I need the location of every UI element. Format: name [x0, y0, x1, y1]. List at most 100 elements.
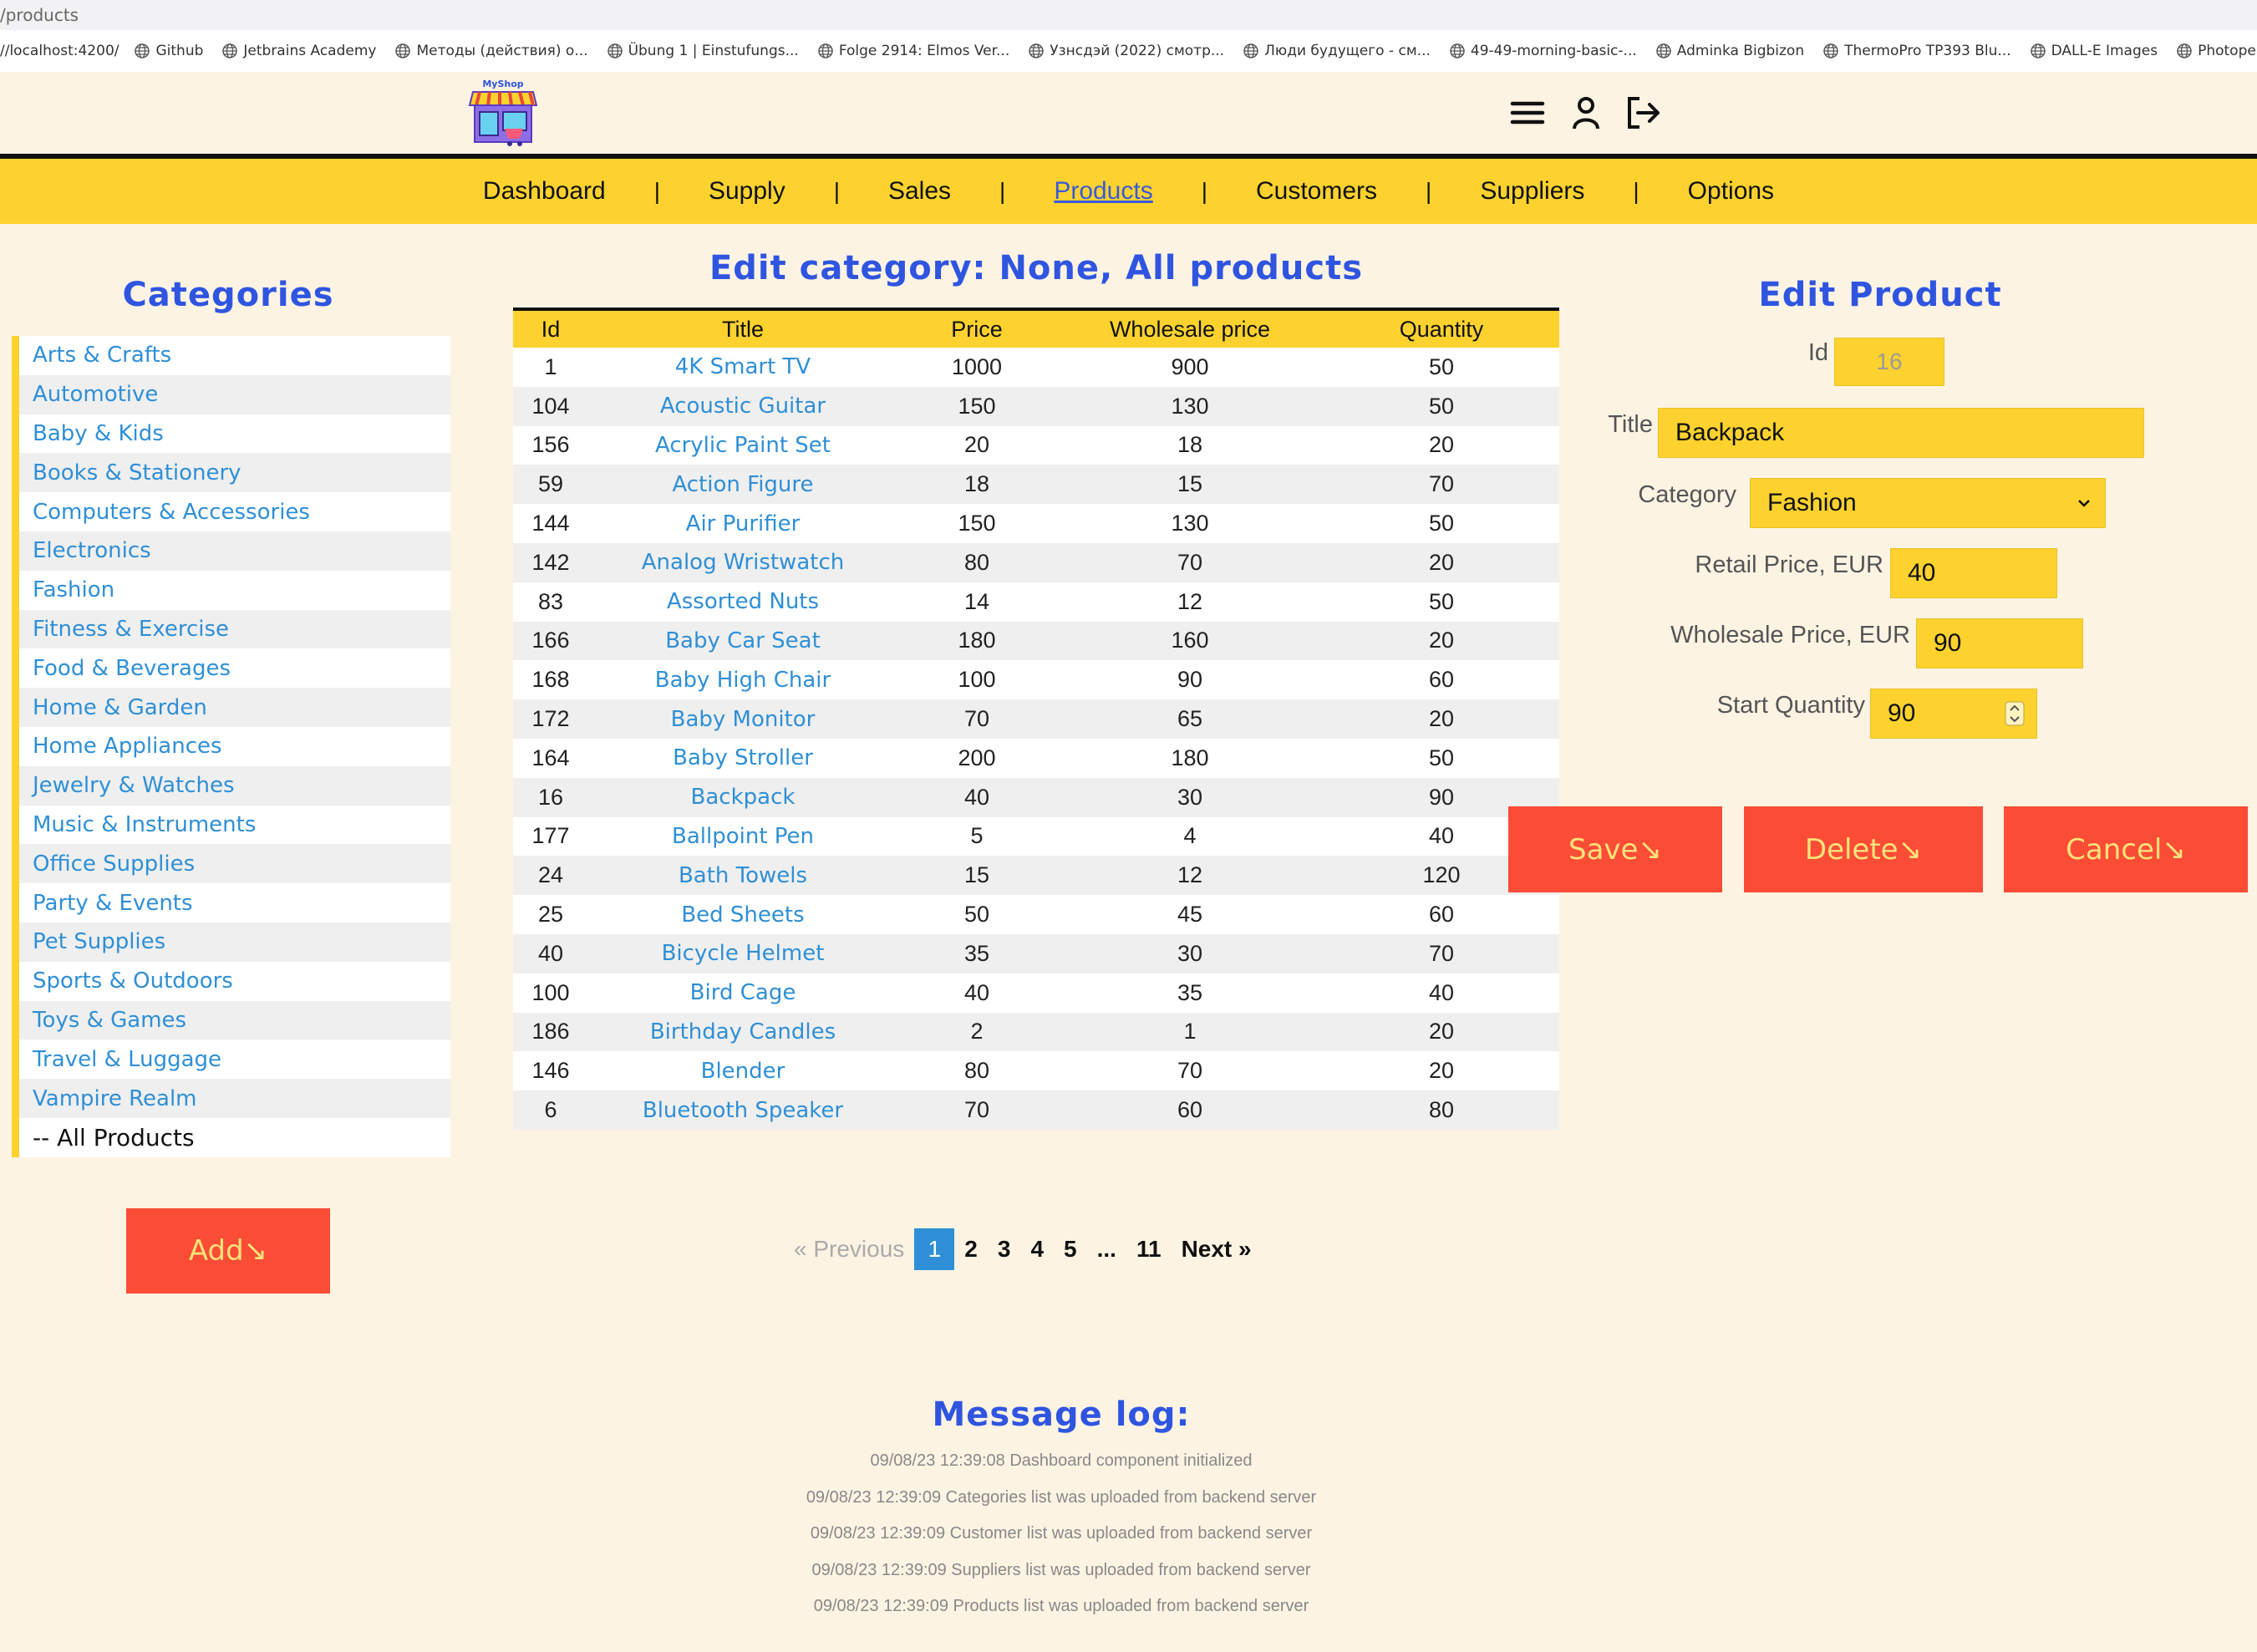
- category-item[interactable]: Fashion: [19, 570, 450, 610]
- product-title-link[interactable]: Birthday Candles: [588, 1013, 897, 1052]
- product-title-link[interactable]: Assorted Nuts: [588, 582, 897, 622]
- product-title-link[interactable]: Baby Stroller: [588, 739, 897, 778]
- pagination-page[interactable]: 2: [954, 1228, 988, 1270]
- category-item[interactable]: Music & Instruments: [19, 805, 450, 845]
- pagination-page[interactable]: 4: [1020, 1228, 1054, 1270]
- nav-options[interactable]: Options: [1688, 177, 1774, 206]
- title-input[interactable]: Backpack: [1658, 408, 2144, 458]
- product-title-link[interactable]: Bicycle Helmet: [588, 934, 897, 973]
- category-item[interactable]: Home Appliances: [19, 726, 450, 766]
- category-item[interactable]: Automotive: [19, 374, 450, 414]
- table-row[interactable]: 144 Air Purifier 150 130 50: [513, 504, 1559, 543]
- bookmark-item[interactable]: Github: [134, 43, 203, 59]
- logout-icon[interactable]: [1624, 94, 1661, 132]
- category-item[interactable]: Fitness & Exercise: [19, 609, 450, 649]
- product-title-link[interactable]: Backpack: [588, 778, 897, 817]
- bookmark-item[interactable]: Adminka Bigbizon: [1655, 43, 1804, 59]
- product-title-link[interactable]: Baby Car Seat: [588, 622, 897, 661]
- column-header[interactable]: Id: [513, 309, 588, 348]
- add-category-button[interactable]: Add↘: [126, 1208, 330, 1294]
- table-row[interactable]: 59 Action Figure 18 15 70: [513, 465, 1559, 505]
- bookmark-item[interactable]: Übung 1 | Einstufungs...: [607, 43, 799, 59]
- product-title-link[interactable]: Analog Wristwatch: [588, 543, 897, 582]
- category-item[interactable]: Food & Beverages: [19, 648, 450, 689]
- product-title-link[interactable]: Action Figure: [588, 465, 897, 504]
- bookmark-item[interactable]: DALL-E Images: [2030, 43, 2158, 59]
- nav-customers[interactable]: Customers: [1256, 177, 1377, 206]
- category-item[interactable]: Arts & Crafts: [19, 336, 450, 375]
- table-row[interactable]: 164 Baby Stroller 200 180 50: [513, 738, 1559, 778]
- nav-supply[interactable]: Supply: [709, 177, 785, 206]
- column-header[interactable]: Price: [897, 309, 1056, 348]
- table-row[interactable]: 146 Blender 80 70 20: [513, 1051, 1559, 1091]
- pagination-page[interactable]: 1: [914, 1228, 955, 1270]
- category-item[interactable]: Travel & Luggage: [19, 1039, 450, 1080]
- nav-suppliers[interactable]: Suppliers: [1480, 177, 1584, 206]
- category-item[interactable]: Party & Events: [19, 883, 450, 923]
- bookmark-item[interactable]: Photopea | Online Pho: [2176, 43, 2257, 59]
- product-title-link[interactable]: Ballpoint Pen: [588, 817, 897, 856]
- table-row[interactable]: 156 Acrylic Paint Set 20 18 20: [513, 425, 1559, 465]
- category-item[interactable]: Office Supplies: [19, 844, 450, 884]
- table-row[interactable]: 177 Ballpoint Pen 5 4 40: [513, 816, 1559, 856]
- bookmark-item[interactable]: Методы (действия) о...: [394, 43, 588, 59]
- product-title-link[interactable]: Bird Cage: [588, 973, 897, 1013]
- bookmark-item[interactable]: 49-49-morning-basic-...: [1449, 43, 1637, 59]
- save-button[interactable]: Save↘: [1508, 806, 1722, 892]
- menu-icon[interactable]: [1509, 94, 1546, 132]
- bookmark-item[interactable]: Folge 2914: Elmos Ver...: [817, 43, 1009, 59]
- product-title-link[interactable]: Bluetooth Speaker: [588, 1090, 897, 1130]
- product-title-link[interactable]: Air Purifier: [588, 504, 897, 543]
- product-title-link[interactable]: Baby Monitor: [588, 699, 897, 739]
- nav-dashboard[interactable]: Dashboard: [483, 177, 606, 206]
- pagination-page[interactable]: 5: [1054, 1228, 1087, 1270]
- product-title-link[interactable]: 4K Smart TV: [588, 348, 897, 387]
- wholesale-price-input[interactable]: 90: [1916, 618, 2083, 668]
- column-header[interactable]: Quantity: [1324, 309, 1559, 348]
- table-row[interactable]: 142 Analog Wristwatch 80 70 20: [513, 542, 1559, 582]
- column-header[interactable]: Wholesale price: [1056, 309, 1324, 348]
- category-all-products[interactable]: -- All Products: [19, 1117, 450, 1157]
- product-title-link[interactable]: Blender: [588, 1051, 897, 1090]
- table-row[interactable]: 1 4K Smart TV 1000 900 50: [513, 348, 1559, 387]
- product-title-link[interactable]: Bed Sheets: [588, 895, 897, 934]
- table-row[interactable]: 16 Backpack 40 30 90: [513, 777, 1559, 817]
- category-select[interactable]: Fashion: [1750, 478, 2106, 528]
- category-item[interactable]: Toys & Games: [19, 1000, 450, 1040]
- table-row[interactable]: 6 Bluetooth Speaker 70 60 80: [513, 1090, 1559, 1130]
- bookmark-item[interactable]: Узнсдэй (2022) смотр...: [1028, 43, 1224, 59]
- pagination-page[interactable]: 3: [988, 1228, 1021, 1270]
- address-bar[interactable]: /products: [0, 0, 2257, 30]
- bookmark-item[interactable]: ThermoPro TP393 Blu...: [1822, 43, 2011, 59]
- product-title-link[interactable]: Baby High Chair: [588, 660, 897, 699]
- category-item[interactable]: Computers & Accessories: [19, 492, 450, 531]
- nav-products[interactable]: Products: [1054, 177, 1152, 206]
- category-item[interactable]: Vampire Realm: [19, 1079, 450, 1118]
- pagination-next[interactable]: Next »: [1172, 1228, 1262, 1270]
- table-row[interactable]: 24 Bath Towels 15 12 120: [513, 856, 1559, 896]
- delete-button[interactable]: Delete↘: [1744, 806, 1983, 892]
- category-item[interactable]: Books & Stationery: [19, 453, 450, 493]
- product-title-link[interactable]: Acoustic Guitar: [588, 387, 897, 426]
- category-item[interactable]: Home & Garden: [19, 688, 450, 727]
- product-title-link[interactable]: Acrylic Paint Set: [588, 426, 897, 465]
- table-row[interactable]: 25 Bed Sheets 50 45 60: [513, 895, 1559, 934]
- retail-price-input[interactable]: 40: [1890, 548, 2057, 598]
- category-item[interactable]: Pet Supplies: [19, 922, 450, 962]
- category-item[interactable]: Jewelry & Watches: [19, 765, 450, 806]
- category-item[interactable]: Sports & Outdoors: [19, 961, 450, 1001]
- address-text[interactable]: /products: [0, 5, 79, 25]
- myshop-logo[interactable]: MyShop: [468, 77, 538, 149]
- cancel-button[interactable]: Cancel↘: [2004, 806, 2248, 892]
- start-quantity-stepper[interactable]: 90: [1870, 689, 2037, 739]
- table-row[interactable]: 166 Baby Car Seat 180 160 20: [513, 621, 1559, 661]
- table-row[interactable]: 40 Bicycle Helmet 35 30 70: [513, 933, 1559, 973]
- column-header[interactable]: Title: [588, 309, 897, 348]
- pagination-page[interactable]: 11: [1126, 1228, 1172, 1270]
- user-icon[interactable]: [1568, 94, 1604, 132]
- product-title-link[interactable]: Bath Towels: [588, 856, 897, 895]
- table-row[interactable]: 100 Bird Cage 40 35 40: [513, 973, 1559, 1013]
- table-row[interactable]: 186 Birthday Candles 2 1 20: [513, 1012, 1559, 1052]
- spinner-arrows-icon[interactable]: [2005, 701, 2025, 726]
- bookmark-item[interactable]: //localhost:4200/: [0, 43, 119, 59]
